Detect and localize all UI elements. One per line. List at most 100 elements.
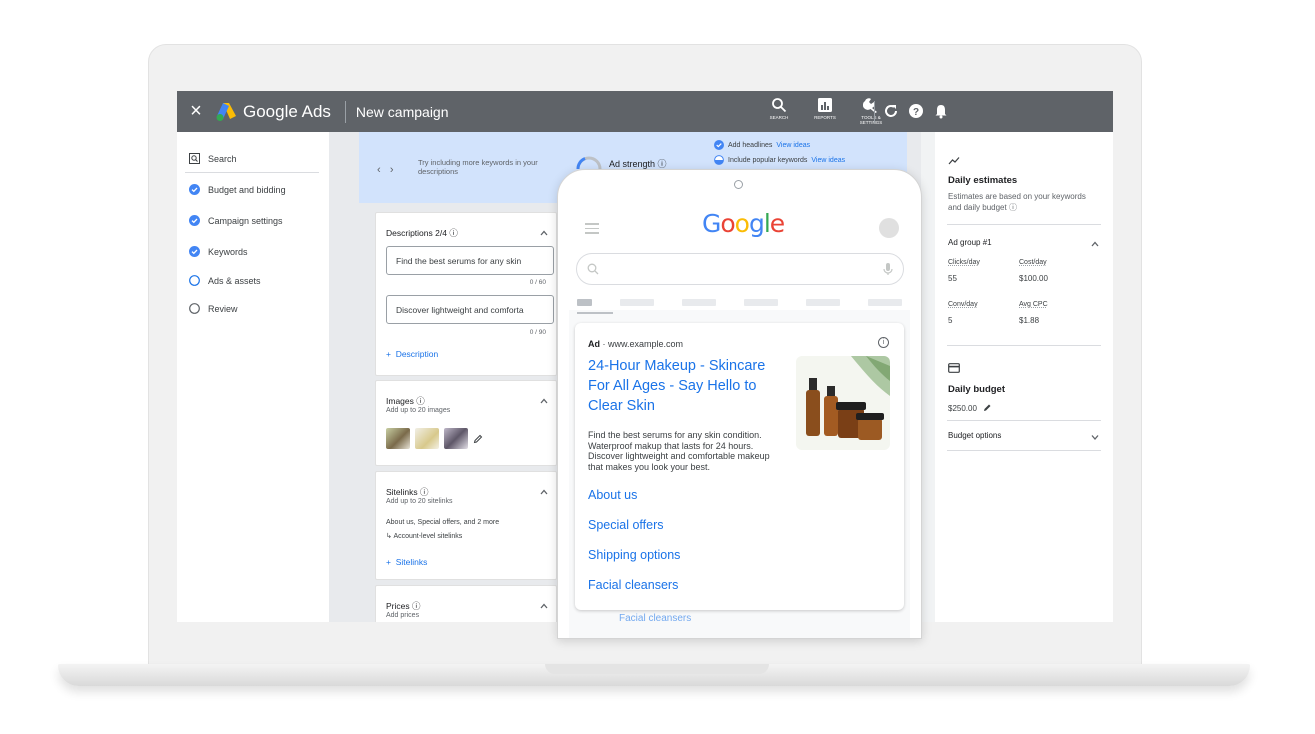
- search-tabs: [577, 299, 902, 306]
- metric-label: Conv/day: [948, 301, 978, 308]
- panel-divider: [947, 224, 1101, 225]
- credit-card-icon: [948, 363, 960, 373]
- avatar: [879, 218, 899, 238]
- description-field-2[interactable]: Discover lightweight and comforta: [386, 295, 554, 324]
- image-thumbnail[interactable]: [444, 428, 468, 449]
- nav-item-budget[interactable]: Budget and bidding: [189, 184, 286, 195]
- current-step-circle-icon: [189, 275, 200, 286]
- image-thumbnails: [386, 428, 483, 449]
- ad-strength-text: Ad strength: [609, 159, 656, 169]
- suggestion-text: Add headlines: [728, 141, 773, 149]
- left-navigation: Search Budget and bidding Campaign setti…: [177, 132, 329, 622]
- ad-sitelink[interactable]: Facial cleansers: [588, 578, 678, 592]
- tip-nav-arrows[interactable]: ‹ ›: [377, 164, 394, 176]
- close-icon[interactable]: ×: [177, 100, 215, 123]
- descriptions-title: Descriptions 2/4 ⓘ: [386, 228, 458, 238]
- account-level-text: Account-level sitelinks: [393, 533, 463, 540]
- chevron-up-icon[interactable]: [1091, 240, 1099, 248]
- trend-icon: [948, 157, 960, 165]
- daily-budget-title: Daily budget: [948, 384, 1006, 395]
- metric-value: 55: [948, 274, 957, 283]
- nav-item-ads-assets[interactable]: Ads & assets: [189, 275, 261, 286]
- view-ideas-link[interactable]: View ideas: [811, 157, 845, 164]
- chevron-up-icon[interactable]: [540, 397, 548, 405]
- search-icon: [772, 98, 787, 113]
- daily-budget-value[interactable]: $250.00: [948, 403, 992, 413]
- ad-group-label: Ad group #1: [948, 238, 992, 247]
- top-bar: × Google Ads New campaign SEARCH REPORTS…: [177, 91, 1113, 132]
- google-ads-logo: Google Ads: [215, 102, 331, 122]
- phone-screen: Google Ad · www.example.com i 24-Hour Ma…: [569, 198, 910, 638]
- add-description-button[interactable]: + Description: [386, 349, 438, 359]
- brand-name: Google Ads: [243, 101, 331, 121]
- nav-item-label: Campaign settings: [208, 215, 283, 226]
- half-circle-icon: [714, 155, 724, 165]
- chevron-up-icon[interactable]: [540, 229, 548, 237]
- phone-preview: Google Ad · www.example.com i 24-Hour Ma…: [557, 169, 922, 639]
- image-thumbnail[interactable]: [386, 428, 410, 449]
- ad-sitelink[interactable]: About us: [588, 488, 637, 502]
- chevron-up-icon[interactable]: [540, 488, 548, 496]
- estimates-title: Daily estimates: [948, 175, 1018, 186]
- budget-options[interactable]: Budget options: [948, 431, 1001, 440]
- nav-item-review[interactable]: Review: [189, 303, 238, 314]
- sitelinks-title-text: Sitelinks: [386, 487, 418, 497]
- ad-sitelink[interactable]: Special offers: [588, 518, 664, 532]
- character-counter: 0 / 90: [529, 329, 546, 336]
- help-icon[interactable]: ?: [908, 103, 924, 119]
- description-field-1[interactable]: Find the best serums for any skin: [386, 246, 554, 275]
- reports-tool-button[interactable]: REPORTS: [809, 97, 841, 125]
- nav-item-label: Review: [208, 303, 238, 314]
- nav-search[interactable]: Search: [189, 153, 237, 164]
- suggestion-text: Include popular keywords: [728, 156, 808, 164]
- suggestion-item: Add headlines View ideas: [714, 140, 810, 150]
- daily-budget-amount: $250.00: [948, 404, 977, 413]
- topbar-divider: [344, 100, 346, 123]
- sitelinks-summary: About us, Special offers, and 2 more: [386, 519, 500, 526]
- toolbar: SEARCH REPORTS TOOLS & SETTINGS: [763, 97, 887, 125]
- nav-item-campaign-settings[interactable]: Campaign settings: [189, 215, 283, 226]
- nav-search-label: Search: [208, 153, 237, 164]
- pencil-icon[interactable]: [473, 434, 483, 444]
- view-ideas-link[interactable]: View ideas: [776, 142, 810, 149]
- image-thumbnail[interactable]: [415, 428, 439, 449]
- character-counter: 0 / 60: [529, 279, 546, 286]
- pencil-icon[interactable]: [983, 403, 992, 412]
- google-logo: Google: [702, 209, 785, 238]
- tip-text: Try including more keywords in your desc…: [418, 158, 538, 176]
- nav-item-keywords[interactable]: Keywords: [189, 246, 248, 257]
- phone-camera: [734, 180, 743, 189]
- chevron-down-icon[interactable]: [1091, 433, 1099, 441]
- search-tool-button[interactable]: SEARCH: [763, 97, 795, 125]
- svg-text:?: ?: [913, 107, 919, 118]
- add-sitelinks-button[interactable]: + Sitelinks: [386, 557, 427, 567]
- topbar-divider-right: [874, 101, 875, 123]
- add-description-label: Description: [395, 349, 439, 359]
- tab-placeholder: [744, 299, 778, 306]
- refresh-icon[interactable]: [883, 103, 899, 119]
- metric-label: Cost/day: [1019, 259, 1047, 266]
- page-title: New campaign: [355, 103, 449, 120]
- ad-product-image: [796, 356, 890, 450]
- images-subtitle: Add up to 20 images: [386, 407, 451, 414]
- check-circle-icon: [714, 140, 724, 150]
- metric-label: Avg CPC: [1019, 301, 1048, 308]
- account-level-sitelinks: ↳ Account-level sitelinks: [386, 533, 463, 540]
- ad-headline[interactable]: 24-Hour Makeup - Skincare For All Ages -…: [588, 356, 788, 416]
- ad-label: Ad: [588, 339, 600, 349]
- chevron-up-icon[interactable]: [540, 602, 548, 610]
- check-circle-icon: [189, 184, 200, 195]
- bell-icon[interactable]: [933, 103, 949, 119]
- sitelinks-subtitle: Add up to 20 sitelinks: [386, 498, 453, 505]
- check-circle-icon: [189, 246, 200, 257]
- sitelinks-title: Sitelinks ⓘ: [386, 487, 429, 497]
- panel-divider: [947, 420, 1101, 421]
- search-box-icon: [189, 153, 200, 164]
- active-tab-indicator: [577, 312, 613, 314]
- ad-sitelink[interactable]: Shipping options: [588, 548, 680, 562]
- ad-preview-card: Ad · www.example.com i 24-Hour Makeup - …: [575, 323, 904, 610]
- metric-value: $100.00: [1019, 274, 1048, 283]
- metric-value: 5: [948, 316, 953, 325]
- tab-placeholder: [682, 299, 716, 306]
- prices-title-text: Prices: [386, 601, 410, 611]
